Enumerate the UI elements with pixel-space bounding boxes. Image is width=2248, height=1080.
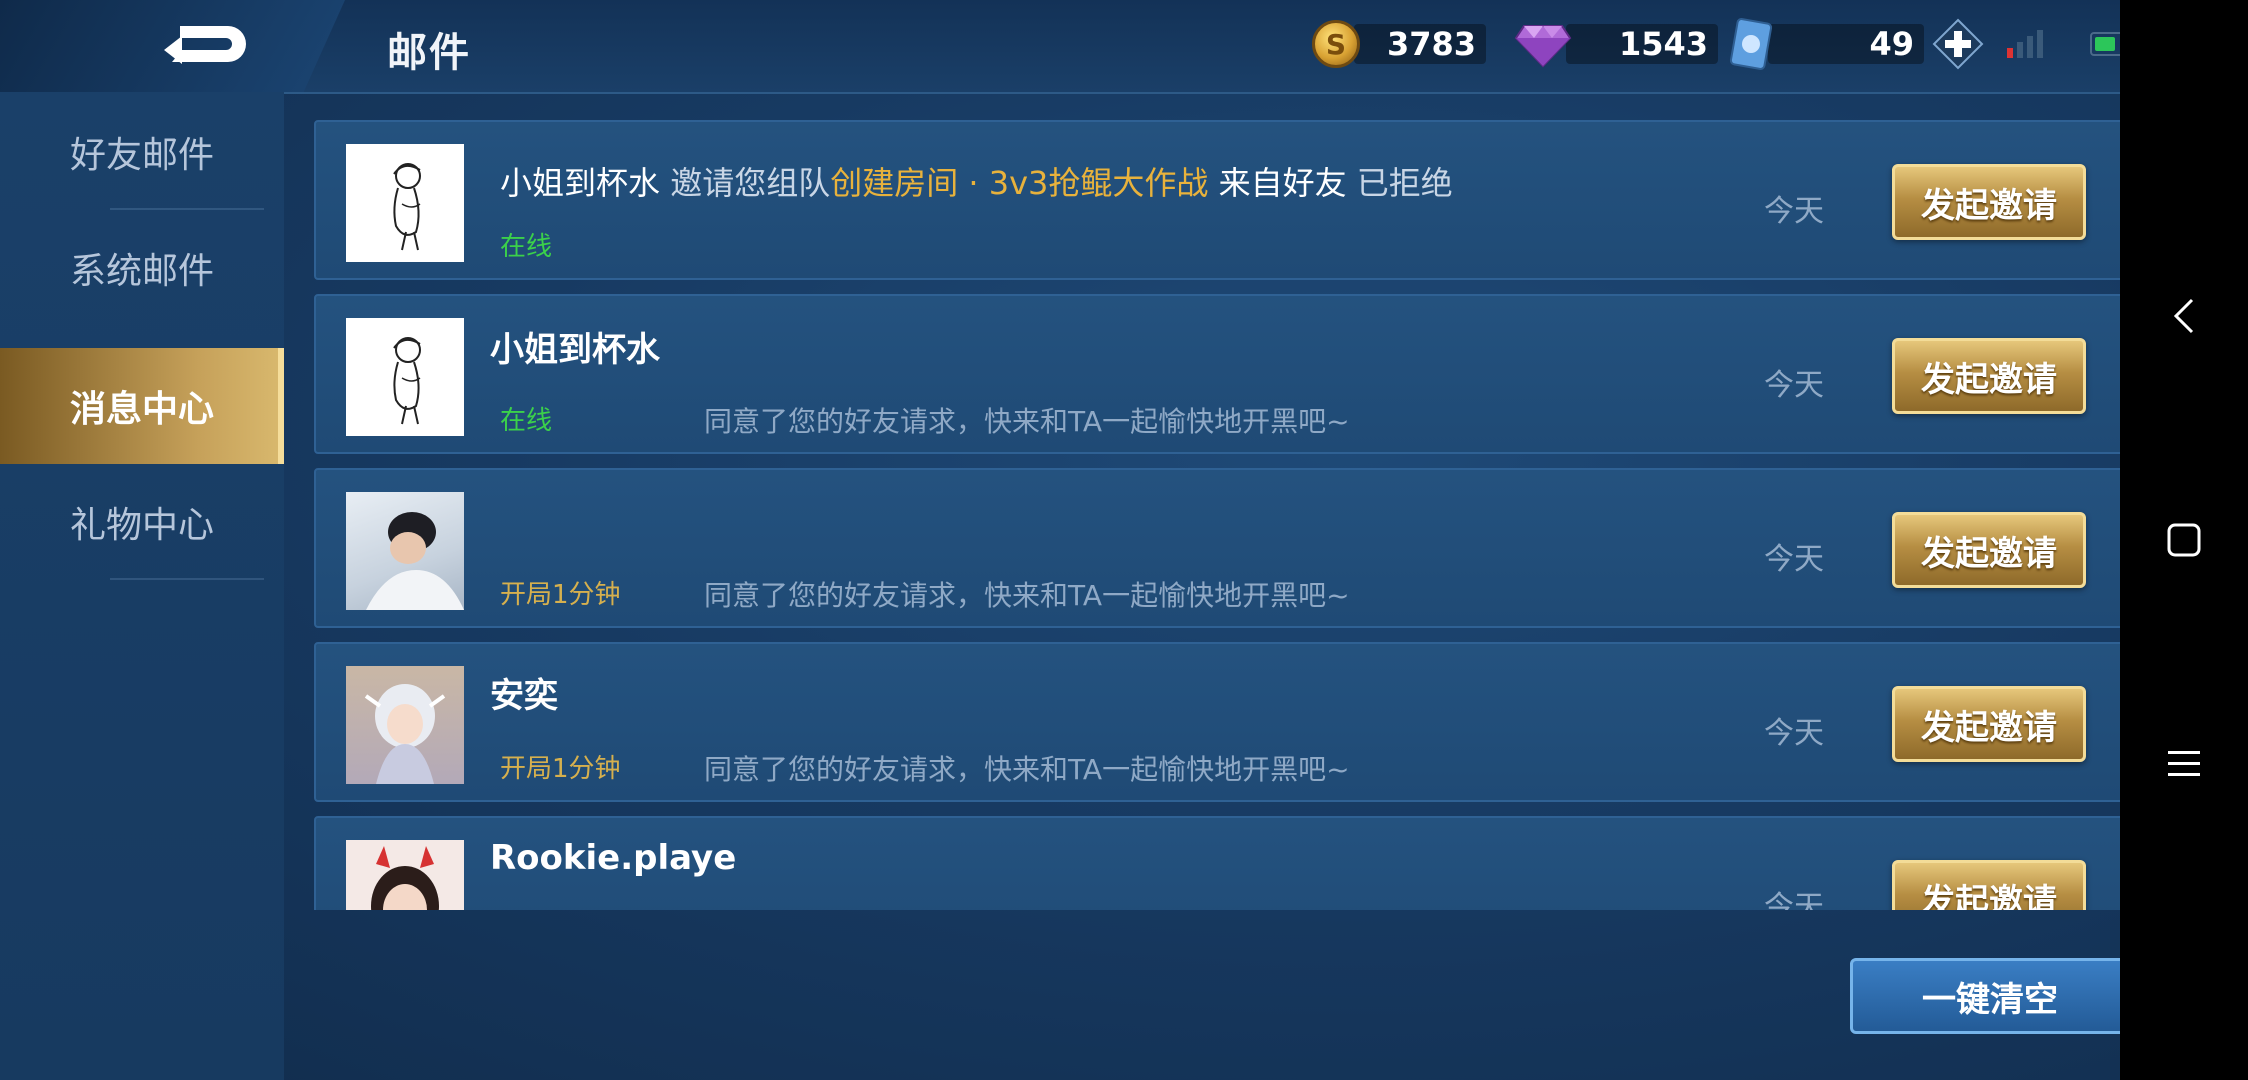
sketch-drawing-icon <box>393 163 421 251</box>
invite-state: 已拒绝 <box>1356 164 1453 202</box>
online-status: 在线 <box>500 232 553 262</box>
anime-girl-icon <box>364 684 446 784</box>
ticket-value: 49 <box>1768 24 1924 64</box>
diamond-icon <box>1514 25 1572 68</box>
photo-avatar[interactable] <box>346 492 464 610</box>
in-game-status: 开局1分钟 <box>500 580 621 610</box>
nav-menu-button[interactable] <box>2160 740 2208 788</box>
message-time: 今天 <box>1764 368 1824 403</box>
gold-coin-icon: S <box>1312 20 1360 68</box>
signal-icon <box>2007 30 2043 58</box>
sketch-drawing-icon <box>393 337 421 425</box>
send-invite-button[interactable]: 发起邀请 <box>1892 338 2086 414</box>
chevron-left-icon <box>2173 298 2194 334</box>
message-time: 今天 <box>1764 542 1824 577</box>
message-list[interactable]: 小姐到杯水 邀请您组队创建房间 · 3v3抢鲲大作战 来自好友 已拒绝 在线 今… <box>314 118 2130 910</box>
add-ticket-button[interactable] <box>1932 18 1984 70</box>
friend-name: 安奕 <box>490 676 558 716</box>
send-invite-button[interactable]: 发起邀请 <box>1892 512 2086 588</box>
square-icon <box>2167 523 2201 557</box>
list-item: 小姐到杯水 在线 同意了您的好友请求，快来和TA一起愉快地开黑吧~ 今天 发起邀… <box>314 294 2130 454</box>
sidebar-item-label: 好友邮件 <box>69 135 214 176</box>
online-status: 在线 <box>500 406 553 436</box>
friend-name: 小姐到杯水 <box>490 330 660 370</box>
system-navigation-bar <box>2120 0 2248 1080</box>
page-title: 邮件 <box>387 30 471 76</box>
gold-counter: S 3783 <box>1312 20 1486 68</box>
list-item: Rookie.playe 今天 发起邀请 <box>314 816 2130 910</box>
sidebar-item-label: 消息中心 <box>69 389 214 430</box>
sketch-avatar[interactable] <box>346 318 464 436</box>
message-time: 今天 <box>1764 890 1824 910</box>
sleeping-person-icon <box>366 512 464 610</box>
devil-horn-girl-icon <box>371 846 439 910</box>
sidebar-item-friend-mail[interactable]: 好友邮件 <box>0 94 284 210</box>
back-button[interactable] <box>150 14 250 78</box>
friend-request-message: 同意了您的好友请求，快来和TA一起愉快地开黑吧~ <box>704 405 1350 438</box>
sidebar-item-gift-center[interactable]: 礼物中心 <box>0 464 284 580</box>
ticket-card-icon <box>1729 18 1773 70</box>
list-item: 安奕 开局1分钟 同意了您的好友请求，快来和TA一起愉快地开黑吧~ 今天 发起邀… <box>314 642 2130 802</box>
sidebar-item-label: 礼物中心 <box>69 505 214 546</box>
from-text: 来自好友 <box>1218 164 1347 202</box>
sidebar-item-system-mail[interactable]: 系统邮件 <box>0 210 284 326</box>
send-invite-button[interactable]: 发起邀请 <box>1892 860 2086 910</box>
sketch-avatar[interactable] <box>346 144 464 262</box>
sidebar-item-message-center[interactable]: 消息中心 <box>0 348 284 464</box>
top-bar: 邮件 S 3783 1543 49 <box>0 0 2134 94</box>
divider <box>110 578 264 580</box>
nav-home-button[interactable] <box>2160 516 2208 564</box>
send-invite-button[interactable]: 发起邀请 <box>1892 686 2086 762</box>
message-time: 今天 <box>1764 194 1824 229</box>
ticket-counter: 49 <box>1728 18 1984 70</box>
gold-value: 3783 <box>1354 24 1486 64</box>
nav-back-button[interactable] <box>2160 292 2208 340</box>
hamburger-icon <box>2168 751 2200 776</box>
back-arrow-icon <box>164 26 246 64</box>
in-game-status: 开局1分钟 <box>500 754 621 784</box>
friend-name: Rookie.playe <box>490 838 737 878</box>
list-item: 小姐到杯水 邀请您组队创建房间 · 3v3抢鲲大作战 来自好友 已拒绝 在线 今… <box>314 120 2130 280</box>
invite-message: 小姐到杯水 邀请您组队创建房间 · 3v3抢鲲大作战 来自好友 已拒绝 <box>500 158 1453 204</box>
diamond-value: 1543 <box>1566 24 1718 64</box>
room-name: 创建房间 · 3v3抢鲲大作战 <box>830 164 1209 202</box>
friend-request-message: 同意了您的好友请求，快来和TA一起愉快地开黑吧~ <box>704 753 1350 786</box>
clear-all-button[interactable]: 一键清空 <box>1850 958 2130 1034</box>
girl-avatar[interactable] <box>346 840 464 910</box>
send-invite-button[interactable]: 发起邀请 <box>1892 164 2086 240</box>
sender-name: 小姐到杯水 <box>500 164 661 202</box>
list-item: 开局1分钟 同意了您的好友请求，快来和TA一起愉快地开黑吧~ 今天 发起邀请 <box>314 468 2130 628</box>
message-time: 今天 <box>1764 716 1824 751</box>
diamond-counter: 1543 <box>1514 20 1718 68</box>
sidebar-item-label: 系统邮件 <box>69 251 214 292</box>
anime-avatar[interactable] <box>346 666 464 784</box>
friend-request-message: 同意了您的好友请求，快来和TA一起愉快地开黑吧~ <box>704 579 1350 612</box>
mail-category-sidebar: 好友邮件 系统邮件 消息中心 礼物中心 <box>0 92 284 1080</box>
invite-text: 邀请您组队 <box>670 164 831 202</box>
